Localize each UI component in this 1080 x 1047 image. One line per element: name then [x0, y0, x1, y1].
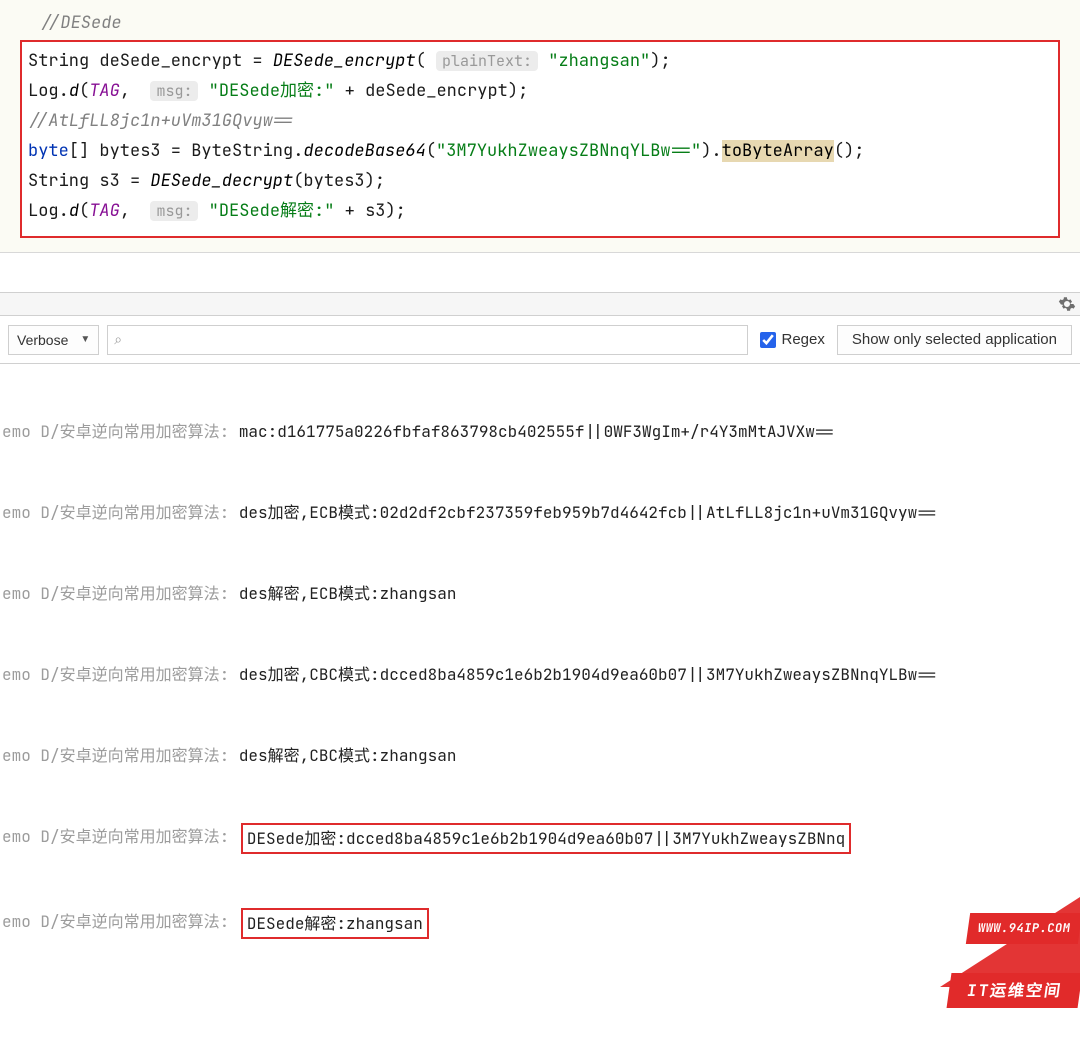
log-line: emo D/安卓逆向常用加密算法: des加密,CBC模式:dcced8ba48… [2, 661, 1080, 688]
search-input[interactable] [128, 332, 740, 348]
logcat-filter-bar: Verbose ▼ ⌕ Regex Show only selected app… [0, 316, 1080, 364]
gear-icon[interactable] [1058, 295, 1076, 313]
regex-toggle[interactable]: Regex [756, 331, 829, 348]
panel-gap [0, 252, 1080, 292]
code-comment: //AtLfLL8jc1n+uVm31GQvyw== [28, 106, 1052, 136]
search-input-wrapper[interactable]: ⌕ [107, 325, 747, 355]
app-filter-label: Show only selected application [852, 331, 1057, 348]
logcat-output[interactable]: emo D/安卓逆向常用加密算法: mac:d161775a0226fbfaf8… [0, 364, 1080, 1047]
watermark: WWW.94IP.COM IT运维空间 [910, 886, 1080, 1035]
regex-checkbox[interactable] [760, 332, 776, 348]
inline-hint: msg: [150, 81, 198, 101]
chevron-down-icon: ▼ [80, 334, 90, 345]
inline-hint: plainText: [436, 51, 538, 71]
log-line: emo D/安卓逆向常用加密算法: mac:d161775a0226fbfaf8… [2, 418, 1080, 445]
app-filter-select[interactable]: Show only selected application [837, 325, 1072, 355]
code-line: String deSede_encrypt = DESede_encrypt( … [28, 46, 1052, 76]
log-line: emo D/安卓逆向常用加密算法: DESede加密:dcced8ba4859c… [2, 823, 1080, 854]
code-editor-pane[interactable]: //DESede String deSede_encrypt = DESede_… [0, 0, 1080, 252]
code-comment: //DESede [20, 8, 1060, 38]
log-level-label: Verbose [17, 332, 68, 348]
code-highlight-box: String deSede_encrypt = DESede_encrypt( … [20, 40, 1060, 238]
watermark-title: IT运维空间 [946, 973, 1080, 1008]
log-highlight-box: DESede加密:dcced8ba4859c1e6b2b1904d9ea60b0… [241, 823, 851, 854]
inline-hint: msg: [150, 201, 198, 221]
log-line: emo D/安卓逆向常用加密算法: des解密,CBC模式:zhangsan [2, 742, 1080, 769]
search-icon: ⌕ [114, 331, 122, 348]
code-line: String s3 = DESede_decrypt(bytes3); [28, 166, 1052, 196]
logcat-toolbar [0, 292, 1080, 316]
log-line: emo D/安卓逆向常用加密算法: des解密,ECB模式:zhangsan [2, 580, 1080, 607]
code-line: Log.d(TAG, msg: "DESede解密:" + s3); [28, 196, 1052, 226]
code-line: byte[] bytes3 = ByteString.decodeBase64(… [28, 136, 1052, 166]
log-level-select[interactable]: Verbose ▼ [8, 325, 99, 355]
code-line: Log.d(TAG, msg: "DESede加密:" + deSede_enc… [28, 76, 1052, 106]
log-highlight-box: DESede解密:zhangsan [241, 908, 429, 939]
log-line: emo D/安卓逆向常用加密算法: des加密,ECB模式:02d2df2cbf… [2, 499, 1080, 526]
regex-label: Regex [782, 331, 825, 348]
watermark-url: WWW.94IP.COM [965, 913, 1080, 944]
